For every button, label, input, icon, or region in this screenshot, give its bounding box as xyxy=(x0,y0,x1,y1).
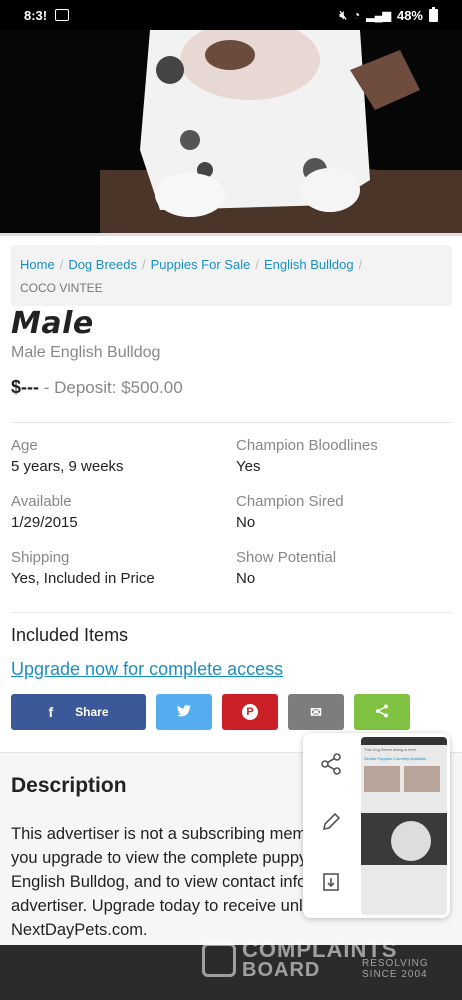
share-screenshot-icon[interactable] xyxy=(320,753,342,781)
facebook-share-button[interactable]: f Share xyxy=(11,694,146,730)
divider xyxy=(11,612,452,613)
mute-icon: 🔇︎ xyxy=(339,7,347,22)
pinterest-share-button[interactable]: P xyxy=(222,694,278,730)
facebook-icon: f xyxy=(48,704,54,720)
detail-label: Available xyxy=(11,493,72,510)
watermark-line2: BOARD xyxy=(242,959,321,981)
screenshot-thumbnail[interactable]: This Dog Breed listing is here Similar P… xyxy=(361,737,447,915)
detail-label: Champion Sired xyxy=(236,493,344,510)
share-buttons: f Share P ✉ xyxy=(11,694,410,730)
detail-value: No xyxy=(236,514,256,531)
pinterest-icon: P xyxy=(242,704,258,720)
detail-value: Yes xyxy=(236,458,261,475)
complaintsboard-watermark: COMPLAINTS BOARD RESOLVING SINCE 2004 xyxy=(202,935,432,985)
detail-value: 5 years, 9 weeks xyxy=(11,458,124,475)
divider xyxy=(11,422,452,423)
breadcrumb-dog-breeds[interactable]: Dog Breeds xyxy=(68,257,137,272)
detail-available: Available 1/29/2015 xyxy=(11,492,236,534)
detail-value: Yes, Included in Price xyxy=(11,570,155,587)
email-icon: ✉ xyxy=(310,703,322,720)
page-title: Male xyxy=(11,306,94,341)
puppy-details: Age 5 years, 9 weeks Champion Bloodlines… xyxy=(11,436,452,590)
screenshot-overlay[interactable]: This Dog Breed listing is here Similar P… xyxy=(303,733,450,918)
breed-subtitle: Male English Bulldog xyxy=(11,344,161,361)
gallery-icon xyxy=(55,9,70,21)
watermark-logo-icon xyxy=(202,943,236,977)
photo-divider xyxy=(0,233,462,236)
status-time: 8:3! xyxy=(24,7,48,23)
wifi-icon: ◔ xyxy=(353,8,361,22)
watermark-side2: SINCE 2004 xyxy=(362,969,428,980)
price-row: $--- - Deposit: $500.00 xyxy=(11,377,183,398)
description-heading: Description xyxy=(11,774,127,797)
upgrade-link[interactable]: Upgrade now for complete access xyxy=(11,659,283,680)
email-share-button[interactable]: ✉ xyxy=(288,694,344,730)
detail-show-potential: Show Potential No xyxy=(236,548,452,590)
facebook-share-label: Share xyxy=(75,705,109,719)
detail-champion-sired: Champion Sired No xyxy=(236,492,452,534)
watermark-side1: RESOLVING xyxy=(362,958,429,969)
breadcrumb-home[interactable]: Home xyxy=(20,257,55,272)
breadcrumb-puppies-for-sale[interactable]: Puppies For Sale xyxy=(151,257,251,272)
signal-icon: ▂▄▆ xyxy=(366,9,391,22)
puppy-photo[interactable] xyxy=(0,30,462,233)
battery-percent: 48% xyxy=(396,7,423,23)
deposit-text: - Deposit: $500.00 xyxy=(43,378,183,397)
breadcrumb-english-bulldog[interactable]: English Bulldog xyxy=(264,257,354,272)
detail-label: Champion Bloodlines xyxy=(236,437,378,454)
included-items-heading: Included Items xyxy=(11,625,129,645)
edit-screenshot-icon[interactable] xyxy=(320,811,342,839)
detail-label: Shipping xyxy=(11,549,70,566)
detail-champion-bloodlines: Champion Bloodlines Yes xyxy=(236,436,452,478)
detail-label: Show Potential xyxy=(236,549,337,566)
twitter-share-button[interactable] xyxy=(156,694,212,730)
status-bar: 8:3! 🔇︎ ◔ ▂▄▆ 48% xyxy=(0,0,462,30)
screenshot-toolbar xyxy=(303,733,361,918)
breadcrumb: Home / Dog Breeds / Puppies For Sale / English… xyxy=(11,245,452,306)
detail-value: No xyxy=(236,570,256,587)
share-icon xyxy=(375,704,389,721)
battery-icon xyxy=(429,6,438,22)
detail-value: 1/29/2015 xyxy=(11,514,78,531)
detail-label: Age xyxy=(11,437,38,454)
scroll-capture-icon[interactable] xyxy=(320,871,342,899)
more-share-button[interactable] xyxy=(354,694,410,730)
breadcrumb-current: COCO VINTEE xyxy=(20,281,103,295)
detail-shipping: Shipping Yes, Included in Price xyxy=(11,548,236,590)
price-value: $--- xyxy=(11,377,39,397)
detail-age: Age 5 years, 9 weeks xyxy=(11,436,236,478)
twitter-icon xyxy=(177,704,191,720)
